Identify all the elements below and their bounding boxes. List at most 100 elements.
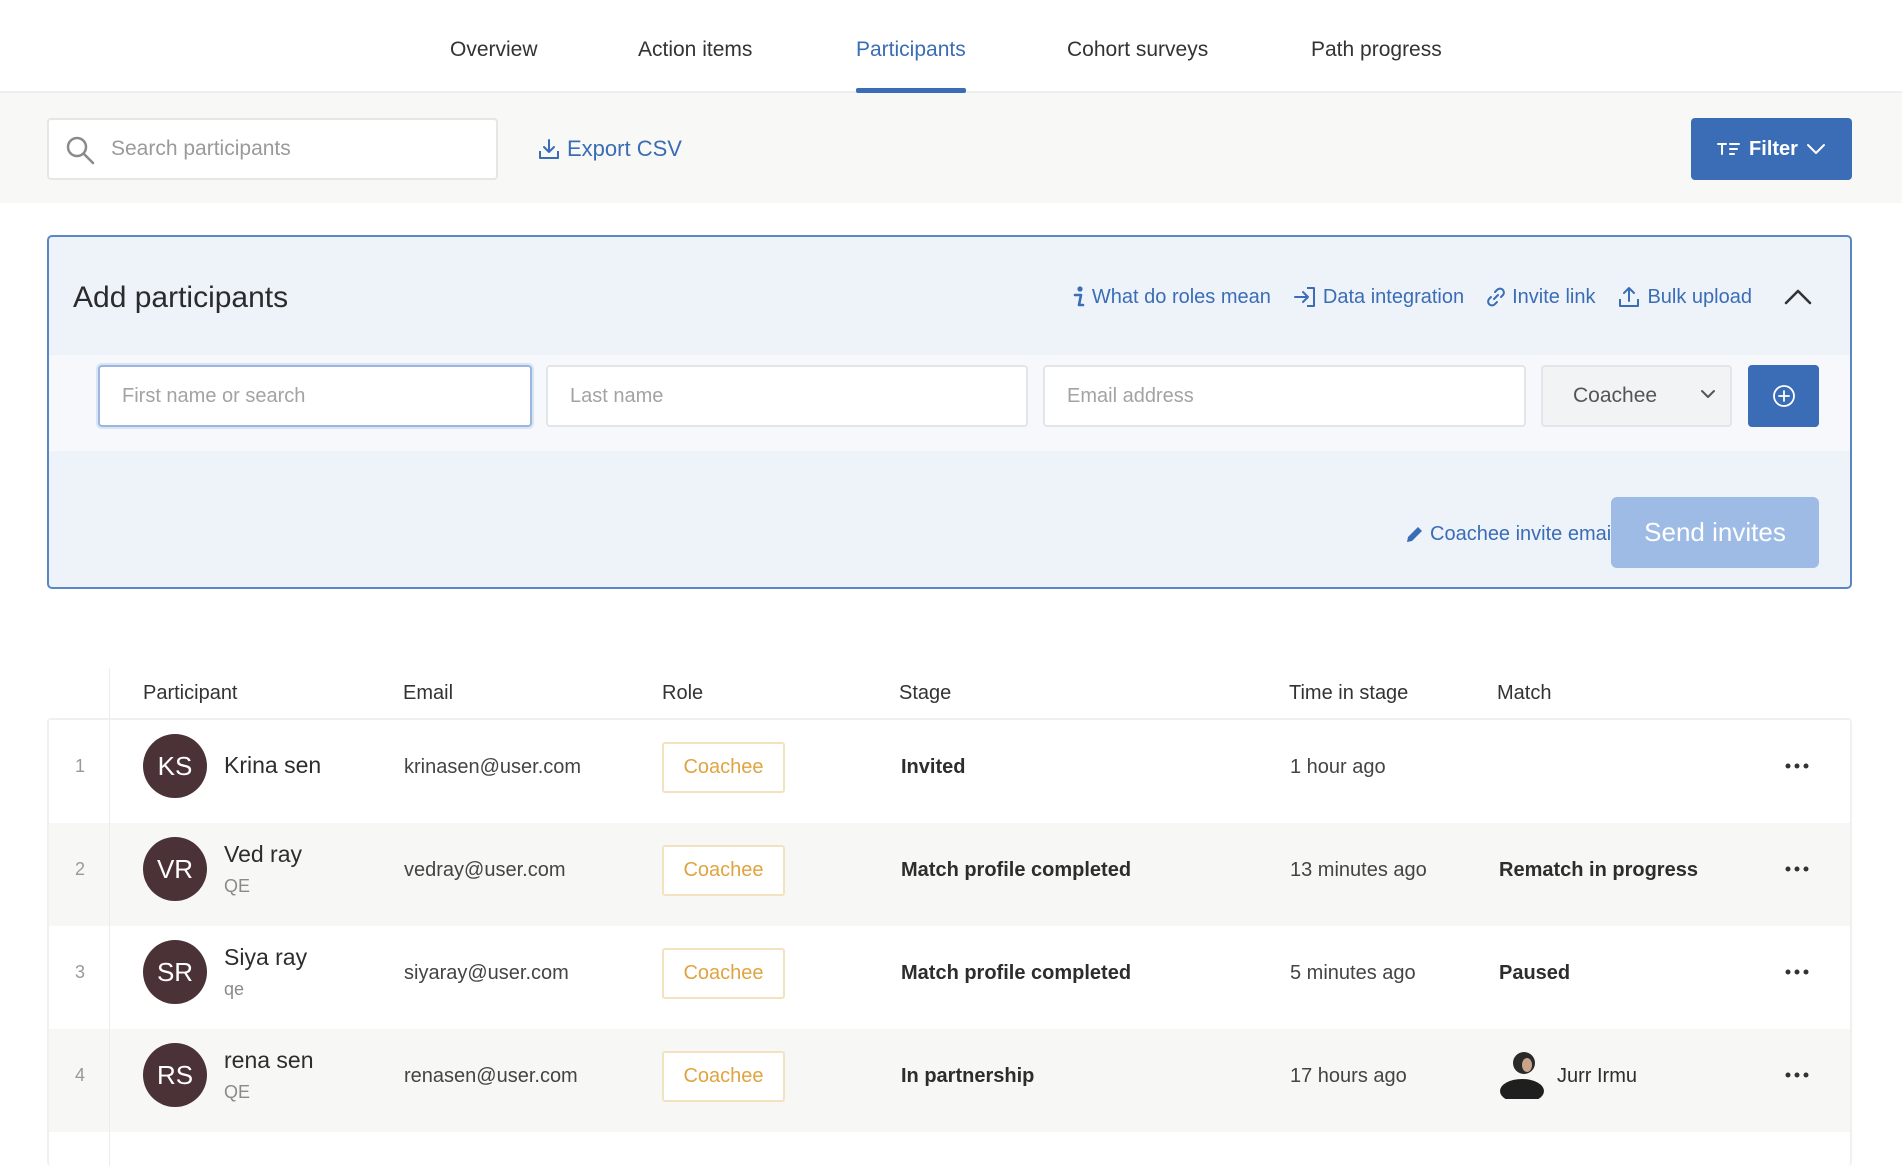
time-in-stage-value: 5 minutes ago [1290,962,1416,984]
stage-value: Match profile completed [901,859,1132,881]
stage-value: In partnership [901,1065,1035,1087]
column-header-participant[interactable]: Participant [143,682,238,705]
email-input[interactable] [1045,367,1524,425]
role-select-value: Coachee [1573,384,1658,407]
add-participant-form: Coachee [49,355,1850,451]
email-field [1043,365,1526,427]
avatar: KS [143,734,207,798]
data-integration-label: Data integration [1322,285,1465,308]
match-status: Paused [1499,962,1571,984]
add-participants-title: Add participants [73,281,289,314]
column-header-email[interactable]: Email [403,682,453,705]
more-horizontal-icon [1785,866,1809,872]
invite-link-label: Invite link [1512,285,1596,308]
time-in-stage-value: 17 hours ago [1290,1065,1407,1087]
participant-email: vedray@user.com [404,859,566,881]
avatar: VR [143,837,207,901]
roles-info-label: What do roles mean [1091,285,1271,308]
row-index: 4 [74,1065,85,1085]
table-row[interactable]: 2 VR Ved ray QE vedray@user.com Coachee … [49,823,1850,926]
chevron-up-icon [1784,289,1812,305]
table-row[interactable]: 1 KS Krina sen krinasen@user.com Coachee… [49,720,1850,823]
coachee-invite-email-link[interactable]: Coachee invite email [1404,523,1616,546]
export-csv-label: Export CSV [567,136,682,161]
upload-icon [1619,287,1640,307]
match-status: Rematch in progress [1499,859,1698,881]
tab-path-progress[interactable]: Path progress [1311,38,1442,93]
column-header-stage[interactable]: Stage [899,682,951,705]
participant-subtitle: QE [224,1082,251,1102]
row-more-button[interactable] [1777,1057,1817,1093]
participant-email: siyaray@user.com [404,962,569,984]
participant-email: krinasen@user.com [404,756,582,778]
tab-overview[interactable]: Overview [450,38,538,93]
participants-toolbar: Export CSV Filter [0,93,1902,203]
filter-label: Filter [1749,137,1798,160]
download-icon [539,139,559,159]
last-name-input[interactable] [548,367,1026,425]
avatar: SR [143,940,207,1004]
filter-button[interactable]: Filter [1691,118,1852,180]
table-row[interactable]: 3 SR Siya ray qe siyaray@user.com Coache… [49,926,1850,1029]
tab-cohort-surveys[interactable]: Cohort surveys [1067,38,1208,93]
data-integration-link[interactable]: Data integration [1293,285,1464,309]
row-more-button[interactable] [1777,851,1817,887]
avatar: RS [143,1043,207,1107]
participant-name[interactable]: rena sen [224,1047,314,1074]
last-name-field [546,365,1028,427]
participant-subtitle: QE [224,876,251,896]
row-index: 2 [74,859,85,879]
info-icon [1073,286,1085,307]
role-select[interactable]: Coachee [1541,365,1732,427]
send-invites-button[interactable]: Send invites [1611,497,1819,568]
role-badge: Coachee [662,948,785,999]
time-in-stage-value: 13 minutes ago [1290,859,1427,881]
export-csv-link[interactable]: Export CSV [537,136,682,162]
stage-value: Match profile completed [901,962,1132,984]
participants-table: Participant Email Role Stage Time in sta… [47,668,1852,1166]
bulk-upload-link[interactable]: Bulk upload [1617,285,1752,309]
table-body: 1 KS Krina sen krinasen@user.com Coachee… [47,718,1852,1166]
add-participants-panel: Add participants What do roles mean Data… [47,235,1852,589]
index-column-divider [109,668,110,1166]
collapse-panel-button[interactable] [1782,281,1814,313]
row-more-button[interactable] [1777,748,1817,784]
search-box [47,118,498,180]
roles-info-link[interactable]: What do roles mean [1072,285,1271,309]
link-icon [1487,287,1505,307]
coach-avatar [1500,1052,1544,1099]
bulk-upload-label: Bulk upload [1647,285,1752,308]
matched-coach-name[interactable]: Jurr Irmu [1557,1065,1637,1088]
search-icon [66,136,95,165]
role-badge: Coachee [662,1051,785,1102]
row-index: 3 [74,962,85,982]
stage-value: Invited [901,756,966,778]
row-index: 1 [74,756,85,776]
table-row[interactable]: 4 RS rena sen QE renasen@user.com Coache… [49,1029,1850,1132]
tab-bar: Overview Action items Participants Cohor… [0,0,1902,93]
participant-subtitle: qe [224,979,245,999]
plus-circle-icon [1772,385,1795,407]
column-header-time-in-stage[interactable]: Time in stage [1289,682,1408,705]
first-name-input[interactable] [100,367,530,425]
search-input[interactable] [111,120,491,178]
participant-name[interactable]: Krina sen [224,752,321,779]
filter-icon [1717,143,1741,155]
participant-name[interactable]: Siya ray [224,944,307,971]
row-more-button[interactable] [1777,954,1817,990]
invite-link-link[interactable]: Invite link [1486,285,1595,309]
participant-name[interactable]: Ved ray [224,841,302,868]
sign-in-icon [1293,287,1315,307]
column-header-match[interactable]: Match [1497,682,1551,705]
coachee-invite-email-label: Coachee invite email [1430,523,1616,545]
tab-participants[interactable]: Participants [856,38,966,93]
more-horizontal-icon [1785,969,1809,975]
tab-action-items[interactable]: Action items [638,38,752,93]
table-header: Participant Email Role Stage Time in sta… [47,668,1852,718]
chevron-down-icon [1701,390,1715,398]
panel-links: What do roles mean Data integration Invi… [1072,285,1752,309]
chevron-down-icon [1806,144,1825,154]
add-participant-button[interactable] [1748,365,1819,427]
more-horizontal-icon [1785,763,1809,769]
column-header-role[interactable]: Role [662,682,703,705]
